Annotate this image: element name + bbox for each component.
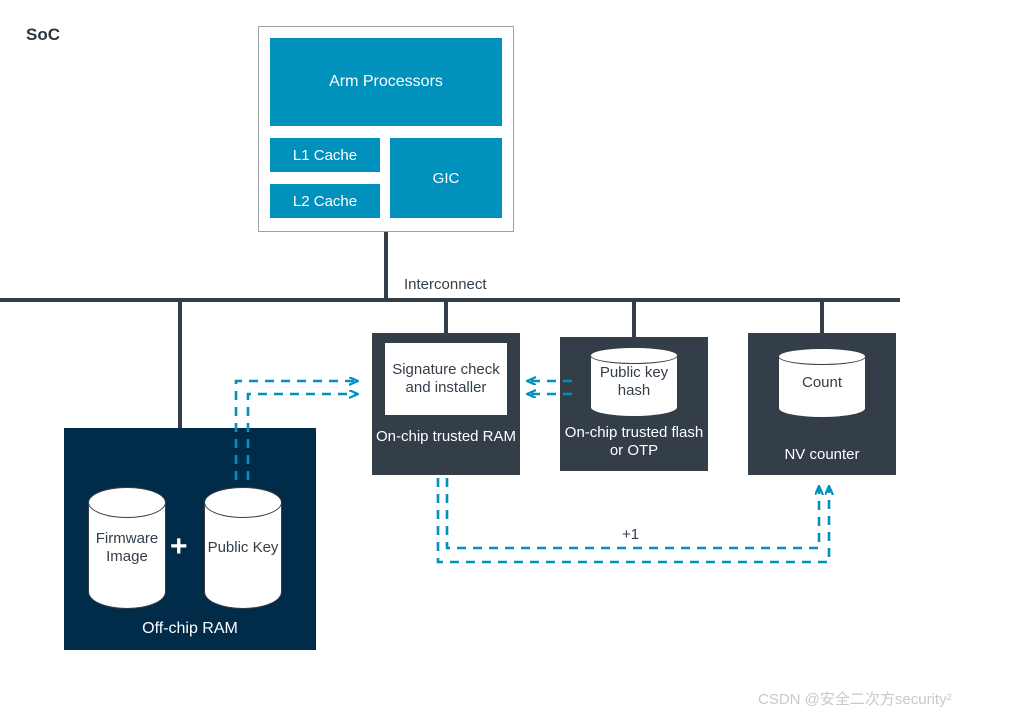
count-cylinder: Count	[777, 347, 867, 418]
increment-label: +1	[622, 526, 640, 543]
interconnect-label: Interconnect	[404, 276, 487, 293]
firmware-image-cylinder: Firmware Image	[87, 486, 167, 609]
count-label: Count	[801, 374, 843, 391]
l1-cache-block: L1 Cache	[270, 138, 380, 172]
arrow-increment-nv-counter-outer	[436, 478, 829, 564]
off-chip-ram-caption: Off-chip RAM	[142, 620, 238, 637]
on-chip-trusted-ram-caption: On-chip trusted RAM	[375, 428, 517, 445]
interconnect-bus-line	[0, 298, 900, 302]
bus-drop-processor	[384, 232, 388, 300]
signature-check-installer-label: Signature check and installer	[385, 343, 507, 415]
bus-drop-trusted-ram	[444, 300, 448, 334]
l2-cache-block: L2 Cache	[270, 184, 380, 218]
on-chip-trusted-flash-caption: On-chip trusted flash or OTP	[564, 424, 704, 460]
diagram-canvas: SoC Arm Processors L1 Cache L2 Cache GIC…	[0, 0, 1018, 719]
bus-drop-off-chip-ram	[178, 300, 182, 430]
public-key-hash-label: Public key hash	[599, 364, 669, 399]
bus-drop-trusted-flash	[632, 300, 636, 338]
gic-block: GIC	[390, 138, 502, 218]
firmware-image-label: Firmware Image	[95, 530, 159, 565]
plus-operator: +	[170, 530, 188, 563]
bus-drop-nv-counter	[820, 300, 824, 334]
public-key-label: Public Key	[207, 539, 279, 556]
on-chip-trusted-ram-block: Signature check and installer On-chip tr…	[372, 333, 520, 475]
watermark: CSDN @安全二次方security²	[758, 691, 952, 708]
arm-processors-block: Arm Processors	[270, 38, 502, 126]
public-key-hash-cylinder: Public key hash	[589, 346, 679, 417]
nv-counter-caption: NV counter	[784, 446, 860, 463]
public-key-cylinder: Public Key	[203, 486, 283, 609]
soc-title: SoC	[26, 25, 60, 44]
